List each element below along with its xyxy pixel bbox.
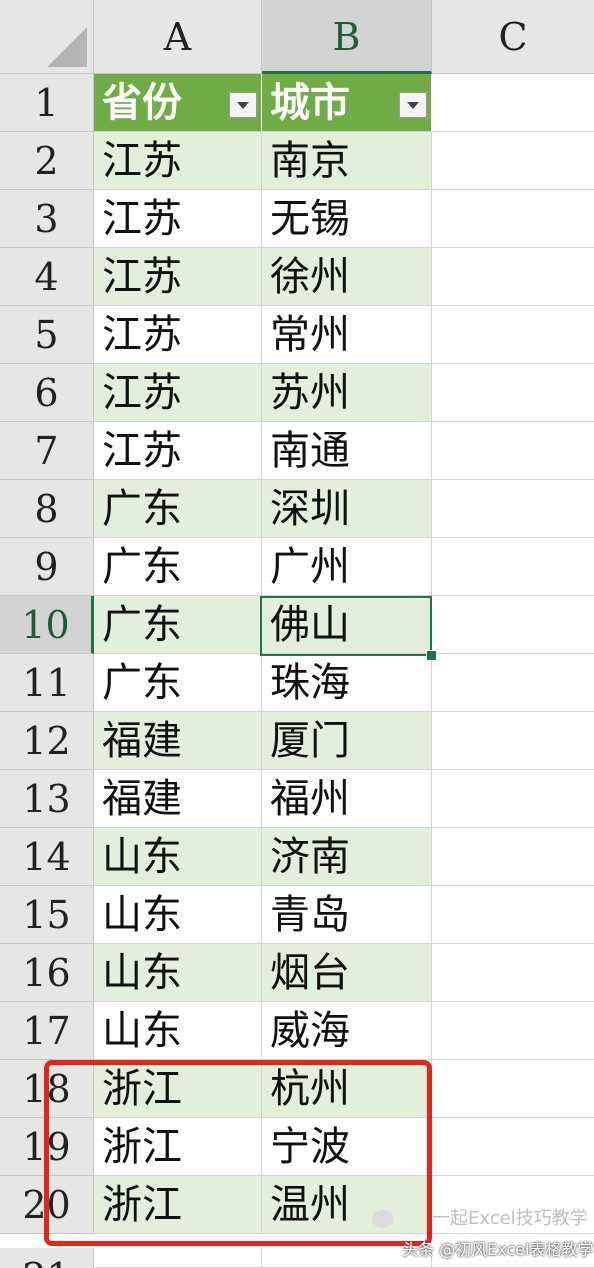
cell-province[interactable]: 福建 [94,712,262,770]
row-header-2[interactable]: 2 [0,132,94,190]
column-header-c[interactable]: C [432,0,594,74]
cell-empty-c[interactable] [432,248,594,306]
cell-empty-c[interactable] [432,886,594,944]
cell-empty-c[interactable] [432,190,594,248]
cell-province[interactable]: 广东 [94,654,262,712]
cell-city[interactable]: 深圳 [262,480,432,538]
cell-province[interactable]: 浙江 [94,1118,262,1176]
cell-province[interactable]: 山东 [94,1002,262,1060]
cell-empty-c[interactable] [432,1118,594,1176]
cell-province[interactable]: 广东 [94,538,262,596]
cell-empty-c[interactable] [432,1002,594,1060]
row-header-18[interactable]: 18 [0,1060,94,1118]
cell-province[interactable]: 山东 [94,828,262,886]
select-all-corner[interactable] [0,0,94,74]
watermark: 一起Excel技巧教学 头条 @初风Excel表格教学 [372,1208,594,1262]
cell-empty-c[interactable] [432,306,594,364]
cell-province[interactable]: 江苏 [94,248,262,306]
cell-province[interactable]: 广东 [94,480,262,538]
select-all-triangle-icon [47,27,87,67]
row-header-14[interactable]: 14 [0,828,94,886]
cell-empty-c[interactable] [432,1060,594,1118]
row-header-8[interactable]: 8 [0,480,94,538]
row-header-10[interactable]: 10 [0,596,94,654]
cell-empty-c[interactable] [432,480,594,538]
cell-city[interactable]: 杭州 [262,1060,432,1118]
row-header-11[interactable]: 11 [0,654,94,712]
cell-city[interactable]: 烟台 [262,944,432,1002]
row-header-9[interactable]: 9 [0,538,94,596]
province-header-label: 省份 [102,80,182,126]
cell-city[interactable]: 无锡 [262,190,432,248]
cell-empty-c[interactable] [432,828,594,886]
column-header-b[interactable]: B [262,0,432,74]
row-header-20[interactable]: 20 [0,1176,94,1234]
cell-province[interactable]: 江苏 [94,132,262,190]
cell-province[interactable]: 山东 [94,886,262,944]
cell-b1-city-header[interactable]: 城市 [262,74,432,132]
row-header-15[interactable]: 15 [0,886,94,944]
cell-city[interactable]: 珠海 [262,654,432,712]
cell-city[interactable]: 青岛 [262,886,432,944]
cell-province[interactable]: 江苏 [94,306,262,364]
cell-province[interactable]: 江苏 [94,190,262,248]
province-filter-dropdown-icon[interactable] [229,92,257,118]
cell-province[interactable]: 广东 [94,596,262,654]
column-header-a[interactable]: A [94,0,262,74]
cell-empty-c[interactable] [432,654,594,712]
cell-city[interactable]: 佛山 [262,596,432,654]
row-header-3[interactable]: 3 [0,190,94,248]
wechat-logo-icon [372,1210,394,1228]
row-header-13[interactable]: 13 [0,770,94,828]
row-header-7[interactable]: 7 [0,422,94,480]
cell-city[interactable]: 厦门 [262,712,432,770]
cell-c1[interactable] [432,74,594,132]
cell-province[interactable]: 江苏 [94,364,262,422]
row-header-4[interactable]: 4 [0,248,94,306]
row-header-16[interactable]: 16 [0,944,94,1002]
cell-a1-province-header[interactable]: 省份 [94,74,262,132]
row-header-21[interactable]: 21 [0,1248,94,1268]
cell-empty-c[interactable] [432,132,594,190]
fill-handle[interactable] [426,650,437,661]
city-header-label: 城市 [270,80,350,126]
watermark-top-text: 一起Excel技巧教学 [432,1208,588,1229]
row-header-17[interactable]: 17 [0,1002,94,1060]
cell-city[interactable]: 济南 [262,828,432,886]
cell-province[interactable]: 江苏 [94,422,262,480]
cell-empty-c[interactable] [432,422,594,480]
cell-city[interactable]: 宁波 [262,1118,432,1176]
cell-city[interactable]: 福州 [262,770,432,828]
row-header-19[interactable]: 19 [0,1118,94,1176]
cell-province[interactable]: 山东 [94,944,262,1002]
watermark-text: 头条 @初风Excel表格教学 [402,1240,594,1259]
cell-empty-c[interactable] [432,364,594,422]
cell-empty-c[interactable] [432,944,594,1002]
cell-empty-c[interactable] [432,596,594,654]
cell-city[interactable]: 苏州 [262,364,432,422]
cell-city[interactable]: 南通 [262,422,432,480]
cell-province[interactable]: 浙江 [94,1176,262,1234]
cell-city[interactable]: 南京 [262,132,432,190]
row-header-6[interactable]: 6 [0,364,94,422]
cell-city[interactable]: 常州 [262,306,432,364]
cell-city[interactable]: 徐州 [262,248,432,306]
cell-a21[interactable] [94,1248,262,1268]
cell-city[interactable]: 威海 [262,1002,432,1060]
spreadsheet: A B C 1 省份 城市 2 江苏 南京 3 江苏 无锡 4 江苏 徐州 5 江苏 常州 6 江苏 苏州 7… [0,0,594,1268]
city-filter-dropdown-icon[interactable] [399,92,427,118]
cell-empty-c[interactable] [432,770,594,828]
row-header-1[interactable]: 1 [0,74,94,132]
row-header-5[interactable]: 5 [0,306,94,364]
cell-province[interactable]: 福建 [94,770,262,828]
cell-empty-c[interactable] [432,538,594,596]
cell-city[interactable]: 广州 [262,538,432,596]
cell-empty-c[interactable] [432,712,594,770]
row-header-12[interactable]: 12 [0,712,94,770]
cell-province[interactable]: 浙江 [94,1060,262,1118]
